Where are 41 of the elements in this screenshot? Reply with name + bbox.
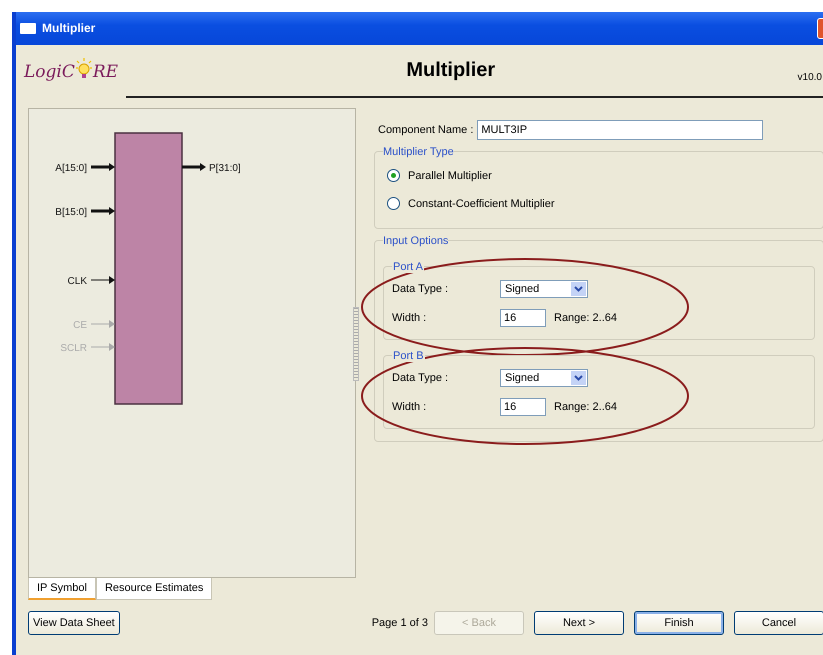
- radio-label[interactable]: Constant-Coefficient Multiplier: [408, 198, 555, 210]
- range-hint: Range: 2..64: [554, 312, 617, 324]
- window-title: Multiplier: [42, 21, 96, 36]
- data-type-dropdown[interactable]: Signed: [500, 369, 588, 388]
- field-label: Component Name :: [378, 124, 474, 136]
- port-label: P[31:0]: [209, 162, 241, 174]
- field-label: Data Type :: [392, 372, 450, 384]
- group-title: Input Options: [383, 234, 448, 247]
- panel-tab[interactable]: Resource Estimates: [96, 578, 212, 600]
- width-field[interactable]: 16: [500, 398, 546, 416]
- component-name-field[interactable]: MULT3IP: [477, 120, 764, 140]
- wizard-button[interactable]: Next >: [534, 611, 624, 636]
- radio-button[interactable]: [387, 197, 400, 210]
- wizard-button[interactable]: Finish: [634, 611, 724, 636]
- group-title: Port A: [392, 260, 424, 273]
- page-indicator: Page 1 of 3: [372, 617, 428, 630]
- width-field[interactable]: 16: [500, 309, 546, 328]
- group-title: Port B: [392, 350, 425, 362]
- page-title: Multiplier: [405, 58, 496, 82]
- port-label: CLK: [68, 276, 87, 287]
- field-label: Data Type :: [392, 283, 450, 296]
- data-type-dropdown[interactable]: Signed: [500, 280, 588, 298]
- port-label: B[15:0]: [55, 206, 87, 218]
- port-label: SCLR: [60, 342, 87, 354]
- lightbulb-icon: [76, 58, 92, 80]
- range-hint: Range: 2..64: [554, 401, 617, 414]
- panel-tab[interactable]: IP Symbol: [28, 578, 96, 600]
- logo-text: RE: [92, 62, 118, 82]
- field-label: Width :: [392, 401, 428, 414]
- splitter-handle[interactable]: [353, 306, 359, 381]
- radio-button[interactable]: [387, 169, 400, 182]
- version-label: v10.0: [798, 70, 822, 83]
- port-label: CE: [73, 320, 87, 331]
- view-data-sheet-button[interactable]: View Data Sheet: [28, 611, 120, 636]
- wizard-button[interactable]: Cancel: [734, 611, 823, 636]
- window-icon: [20, 22, 36, 34]
- radio-label[interactable]: Parallel Multiplier: [408, 170, 492, 182]
- field-label: Width :: [392, 312, 428, 324]
- group-title: Multiplier Type: [383, 146, 454, 158]
- logo-text: LogiC: [24, 62, 75, 82]
- port-label: A[15:0]: [55, 162, 87, 174]
